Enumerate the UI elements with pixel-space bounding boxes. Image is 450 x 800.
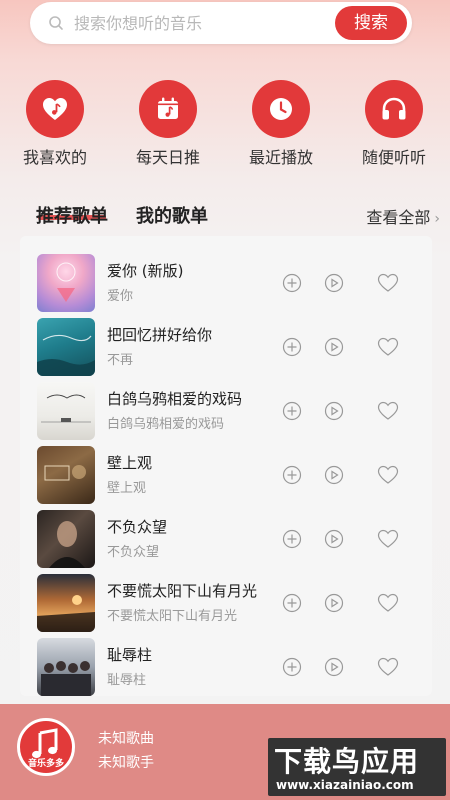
heart-icon[interactable] [377, 273, 399, 293]
cover-art [56, 262, 76, 302]
add-icon[interactable] [282, 273, 302, 293]
recent-circle[interactable] [252, 80, 310, 138]
heart-icon[interactable] [377, 593, 399, 613]
song-title: 耻辱柱 [107, 646, 153, 664]
cover-art [37, 334, 95, 376]
heart-icon[interactable] [377, 401, 399, 421]
heart-music-icon [43, 98, 67, 120]
see-all-link[interactable]: 查看全部 › [366, 204, 440, 228]
play-icon[interactable] [324, 401, 344, 421]
list-item[interactable]: 耻辱柱 耻辱柱 [20, 635, 432, 696]
add-icon[interactable] [282, 529, 302, 549]
cover-art [44, 465, 86, 481]
list-item[interactable]: 白鸽乌鸦相爱的戏码 白鸽乌鸦相爱的戏码 [20, 379, 432, 442]
add-icon[interactable] [282, 465, 302, 485]
song-artist: 不负众望 [107, 545, 160, 560]
play-icon[interactable] [324, 593, 344, 613]
search-icon [49, 16, 63, 30]
heart-icon[interactable] [377, 465, 399, 485]
list-item[interactable]: 壁上观 壁上观 [20, 443, 432, 506]
play-icon[interactable] [324, 465, 344, 485]
song-list: 爱你 (新版) 爱你 把回忆拼好给你 不再 白鸽乌鸦相爱的戏码 白鸽乌鸦相爱的戏… [20, 236, 432, 696]
album-cover [37, 574, 95, 632]
song-title: 爱你 (新版) [107, 262, 184, 280]
cover-art [49, 521, 85, 568]
cover-art [41, 661, 91, 696]
play-icon[interactable] [324, 273, 344, 293]
quick-action-recent[interactable]: 最近播放 [226, 80, 336, 168]
album-cover [37, 382, 95, 440]
watermark-url: www.xiazainiao.com [276, 778, 414, 792]
song-artist: 不要慌太阳下山有月光 [107, 609, 238, 624]
play-icon[interactable] [324, 529, 344, 549]
add-icon[interactable] [282, 593, 302, 613]
headphones-icon [382, 97, 406, 120]
play-icon[interactable] [324, 337, 344, 357]
album-cover [37, 254, 95, 312]
search-input[interactable] [74, 2, 354, 44]
album-cover [37, 446, 95, 504]
song-artist: 壁上观 [107, 481, 147, 496]
quick-action-label: 最近播放 [248, 148, 313, 167]
tab-recommended[interactable]: 推荐歌单 [36, 202, 108, 228]
song-title: 白鸽乌鸦相爱的戏码 [107, 390, 243, 408]
quick-action-daily[interactable]: 每天日推 [113, 80, 223, 168]
quick-action-label: 随便听听 [361, 148, 426, 167]
heart-icon[interactable] [377, 529, 399, 549]
song-artist: 爱你 [107, 289, 134, 304]
play-icon[interactable] [324, 657, 344, 677]
list-item[interactable]: 不负众望 不负众望 [20, 507, 432, 570]
see-all-label: 查看全部 [366, 208, 431, 227]
song-artist: 耻辱柱 [107, 673, 147, 688]
clock-icon [270, 98, 292, 120]
song-artist: 不再 [107, 353, 134, 368]
cover-art [41, 394, 91, 423]
playlist-tabs: 推荐歌单 我的歌单 查看全部 › [36, 202, 440, 232]
current-song-title: 未知歌曲 [98, 731, 154, 747]
song-title: 把回忆拼好给你 [107, 326, 213, 344]
album-cover [37, 318, 95, 376]
cover-art [37, 595, 95, 632]
calendar-music-icon [158, 97, 178, 119]
song-artist: 白鸽乌鸦相爱的戏码 [107, 417, 225, 432]
song-title: 不负众望 [107, 518, 168, 536]
logo-text: 音乐多多 [27, 759, 64, 769]
search-button[interactable]: 搜索 [335, 6, 407, 40]
search-bar: 搜索 [30, 2, 412, 44]
list-item[interactable]: 把回忆拼好给你 不再 [20, 315, 432, 378]
favorites-circle[interactable] [26, 80, 84, 138]
list-item[interactable]: 爱你 (新版) 爱你 [20, 251, 432, 314]
tab-recommended-label: 推荐歌单 [36, 206, 108, 227]
song-title: 不要慌太阳下山有月光 [107, 582, 258, 600]
tab-my-playlists[interactable]: 我的歌单 [136, 202, 208, 228]
daily-circle[interactable] [139, 80, 197, 138]
album-cover [37, 638, 95, 696]
song-title: 壁上观 [107, 454, 153, 472]
random-circle[interactable] [365, 80, 423, 138]
quick-action-random[interactable]: 随便听听 [339, 80, 449, 168]
quick-action-label: 我喜欢的 [22, 148, 87, 167]
add-icon[interactable] [282, 657, 302, 677]
app-logo: 音乐多多 [17, 718, 75, 776]
current-song-artist: 未知歌手 [98, 755, 154, 771]
watermark: 下载鸟应用 www.xiazainiao.com [268, 738, 446, 796]
add-icon[interactable] [282, 401, 302, 421]
heart-icon[interactable] [377, 657, 399, 677]
heart-icon[interactable] [377, 337, 399, 357]
quick-action-label: 每天日推 [135, 148, 200, 167]
quick-actions: 我喜欢的 每天日推 最近播放 随便听听 [0, 80, 450, 170]
album-cover [37, 510, 95, 568]
add-icon[interactable] [282, 337, 302, 357]
quick-action-favorites[interactable]: 我喜欢的 [0, 80, 110, 168]
list-item[interactable]: 不要慌太阳下山有月光 不要慌太阳下山有月光 [20, 571, 432, 634]
chevron-right-icon: › [434, 211, 440, 227]
watermark-title: 下载鸟应用 [274, 745, 420, 778]
